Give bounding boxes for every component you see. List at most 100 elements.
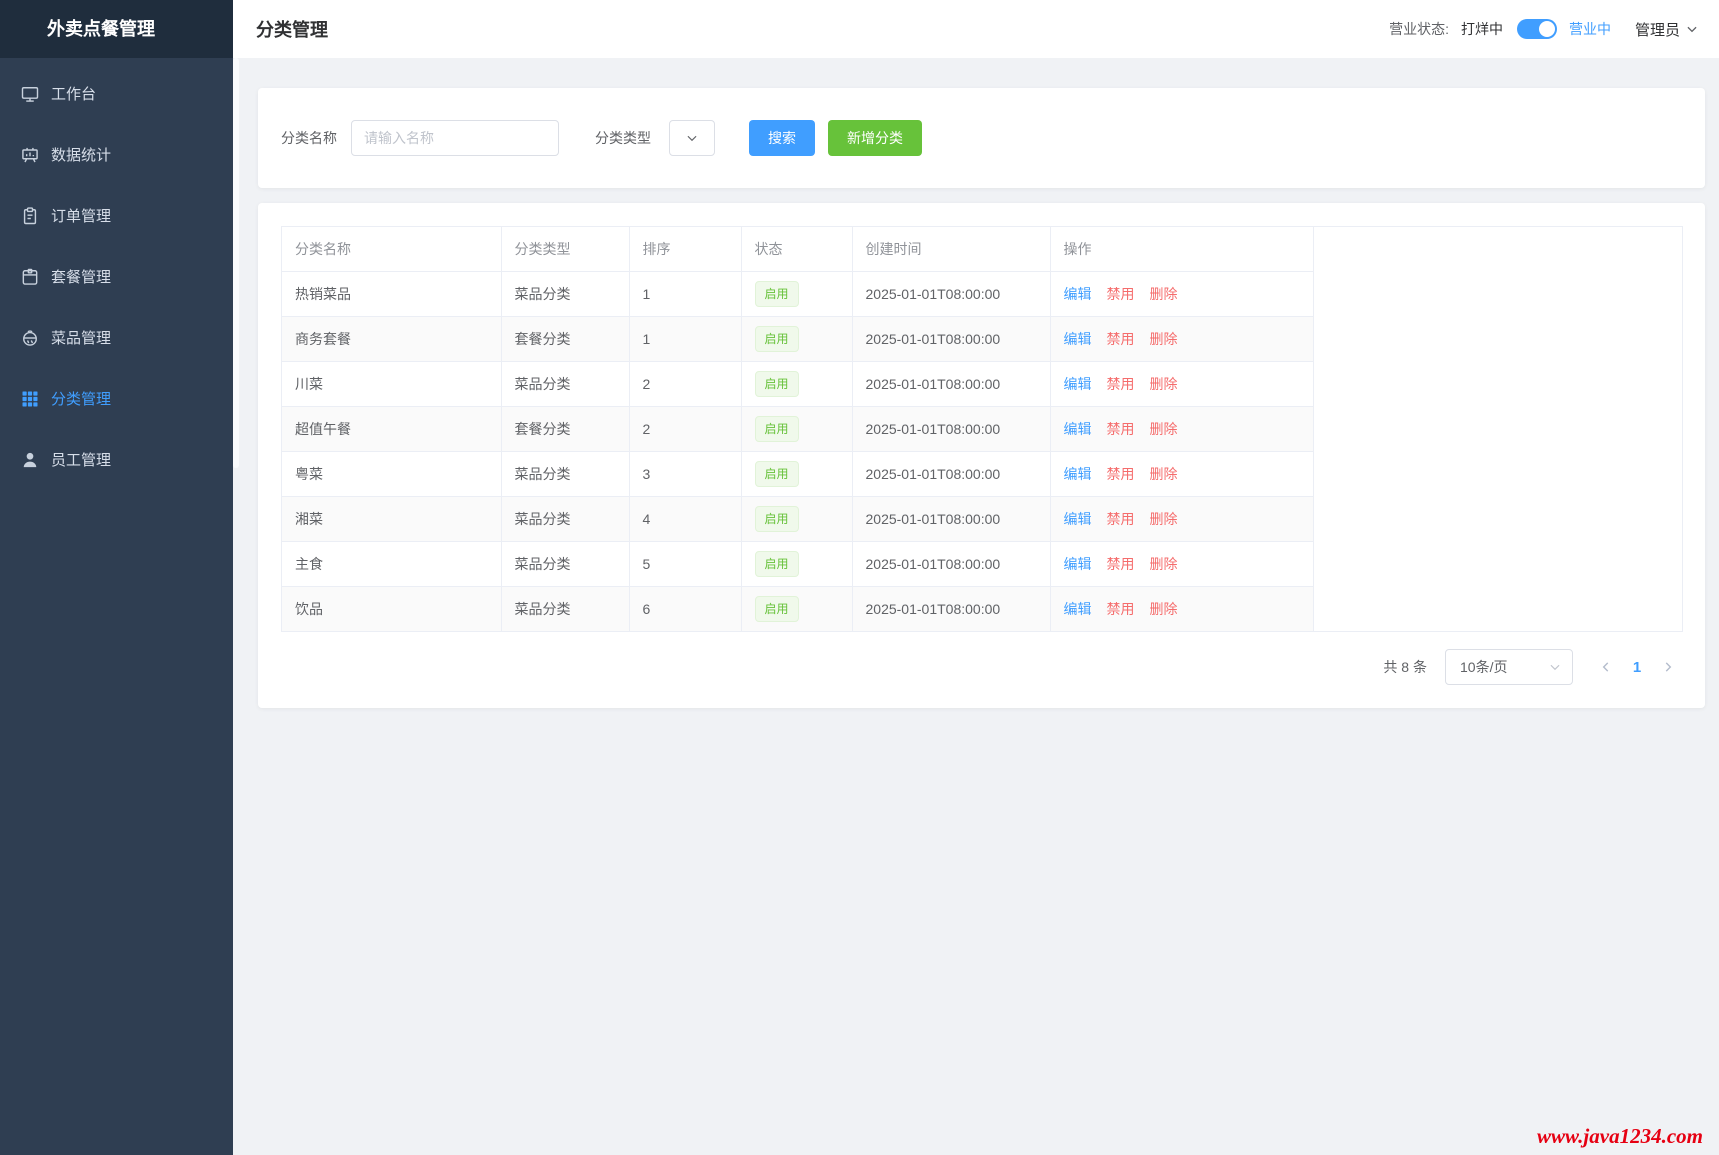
cell-name: 超值午餐 [282,406,501,451]
cell-created: 2025-01-01T08:00:00 [852,361,1050,406]
cell-type: 套餐分类 [501,406,629,451]
grid-icon [20,389,40,409]
disable-link[interactable]: 禁用 [1107,421,1135,437]
user-menu[interactable]: 管理员 [1635,19,1699,40]
sidebar-item-combos[interactable]: 套餐管理 [0,246,233,307]
edit-link[interactable]: 编辑 [1064,286,1092,302]
cell-created: 2025-01-01T08:00:00 [852,451,1050,496]
cell-type: 菜品分类 [501,451,629,496]
delete-link[interactable]: 删除 [1150,511,1178,527]
cell-name: 饮品 [282,586,501,631]
disable-link[interactable]: 禁用 [1107,376,1135,392]
page-title: 分类管理 [256,16,328,42]
sidebar-item-label: 数据统计 [51,144,111,165]
table-row: 超值午餐 套餐分类 2 启用 2025-01-01T08:00:00 编辑禁用删… [282,406,1682,451]
cell-type: 菜品分类 [501,586,629,631]
cell-created: 2025-01-01T08:00:00 [852,586,1050,631]
user-name: 管理员 [1635,19,1680,40]
sidebar-item-label: 分类管理 [51,388,111,409]
content-area: 分类名称 分类类型 搜索 新增分类 分类名称 [233,58,1719,1155]
edit-link[interactable]: 编辑 [1064,556,1092,572]
col-filler [1313,227,1682,271]
delete-link[interactable]: 删除 [1150,601,1178,617]
table-row: 湘菜 菜品分类 4 启用 2025-01-01T08:00:00 编辑禁用删除 [282,496,1682,541]
chevron-down-icon [685,131,699,145]
edit-link[interactable]: 编辑 [1064,466,1092,482]
delete-link[interactable]: 删除 [1150,331,1178,347]
cell-sort: 2 [629,361,741,406]
cell-sort: 1 [629,316,741,361]
status-closed-label: 打烊中 [1461,19,1503,39]
sidebar-item-label: 工作台 [51,83,96,104]
col-status: 状态 [741,227,852,271]
cell-type: 菜品分类 [501,541,629,586]
status-badge: 启用 [755,281,799,307]
delete-link[interactable]: 删除 [1150,286,1178,302]
sidebar-item-orders[interactable]: 订单管理 [0,185,233,246]
disable-link[interactable]: 禁用 [1107,466,1135,482]
sidebar-item-workbench[interactable]: 工作台 [0,63,233,124]
edit-link[interactable]: 编辑 [1064,511,1092,527]
cell-name: 川菜 [282,361,501,406]
edit-link[interactable]: 编辑 [1064,421,1092,437]
page-number[interactable]: 1 [1621,659,1653,676]
type-field-label: 分类类型 [595,128,651,148]
col-actions: 操作 [1050,227,1313,271]
business-status-toggle[interactable] [1517,19,1557,39]
col-sort: 排序 [629,227,741,271]
delete-link[interactable]: 删除 [1150,556,1178,572]
cell-created: 2025-01-01T08:00:00 [852,406,1050,451]
package-icon [20,267,40,287]
delete-link[interactable]: 删除 [1150,376,1178,392]
table-row: 热销菜品 菜品分类 1 启用 2025-01-01T08:00:00 编辑禁用删… [282,271,1682,316]
disable-link[interactable]: 禁用 [1107,286,1135,302]
search-button[interactable]: 搜索 [749,120,815,156]
table-row: 川菜 菜品分类 2 启用 2025-01-01T08:00:00 编辑禁用删除 [282,361,1682,406]
top-header: 分类管理 营业状态: 打烊中 营业中 管理员 [233,0,1719,58]
pagination: 共 8 条 10条/页 1 [281,649,1683,685]
cell-sort: 2 [629,406,741,451]
sidebar-item-statistics[interactable]: 数据统计 [0,124,233,185]
sidebar-item-dishes[interactable]: 菜品管理 [0,307,233,368]
col-name: 分类名称 [282,227,501,271]
category-name-input[interactable] [351,120,559,156]
disable-link[interactable]: 禁用 [1107,601,1135,617]
table-panel: 分类名称 分类类型 排序 状态 创建时间 操作 热销菜品 菜品分类 [258,203,1705,708]
status-badge: 启用 [755,461,799,487]
disable-link[interactable]: 禁用 [1107,556,1135,572]
categories-table: 分类名称 分类类型 排序 状态 创建时间 操作 热销菜品 菜品分类 [282,227,1682,631]
sidebar-scrollbar[interactable] [233,58,239,468]
cell-type: 菜品分类 [501,271,629,316]
disable-link[interactable]: 禁用 [1107,331,1135,347]
edit-link[interactable]: 编辑 [1064,376,1092,392]
cell-created: 2025-01-01T08:00:00 [852,496,1050,541]
delete-link[interactable]: 删除 [1150,466,1178,482]
edit-link[interactable]: 编辑 [1064,601,1092,617]
table-row: 粤菜 菜品分类 3 启用 2025-01-01T08:00:00 编辑禁用删除 [282,451,1682,496]
status-badge: 启用 [755,371,799,397]
cell-name: 粤菜 [282,451,501,496]
col-created: 创建时间 [852,227,1050,271]
disable-link[interactable]: 禁用 [1107,511,1135,527]
app-title: 外卖点餐管理 [0,0,233,58]
page-size-select[interactable]: 10条/页 [1445,649,1573,685]
cell-created: 2025-01-01T08:00:00 [852,316,1050,361]
status-badge: 启用 [755,596,799,622]
cell-created: 2025-01-01T08:00:00 [852,541,1050,586]
sidebar-item-categories[interactable]: 分类管理 [0,368,233,429]
table-row: 饮品 菜品分类 6 启用 2025-01-01T08:00:00 编辑禁用删除 [282,586,1682,631]
edit-link[interactable]: 编辑 [1064,331,1092,347]
search-panel: 分类名称 分类类型 搜索 新增分类 [258,88,1705,188]
add-category-button[interactable]: 新增分类 [828,120,922,156]
next-page-button[interactable] [1653,652,1683,682]
clipboard-icon [20,206,40,226]
cell-sort: 6 [629,586,741,631]
sidebar-item-employees[interactable]: 员工管理 [0,429,233,490]
status-badge: 启用 [755,416,799,442]
prev-page-button[interactable] [1591,652,1621,682]
delete-link[interactable]: 删除 [1150,421,1178,437]
category-type-select[interactable] [669,120,715,156]
toggle-knob [1539,21,1555,37]
cell-sort: 1 [629,271,741,316]
watermark: www.java1234.com [1537,1124,1703,1149]
